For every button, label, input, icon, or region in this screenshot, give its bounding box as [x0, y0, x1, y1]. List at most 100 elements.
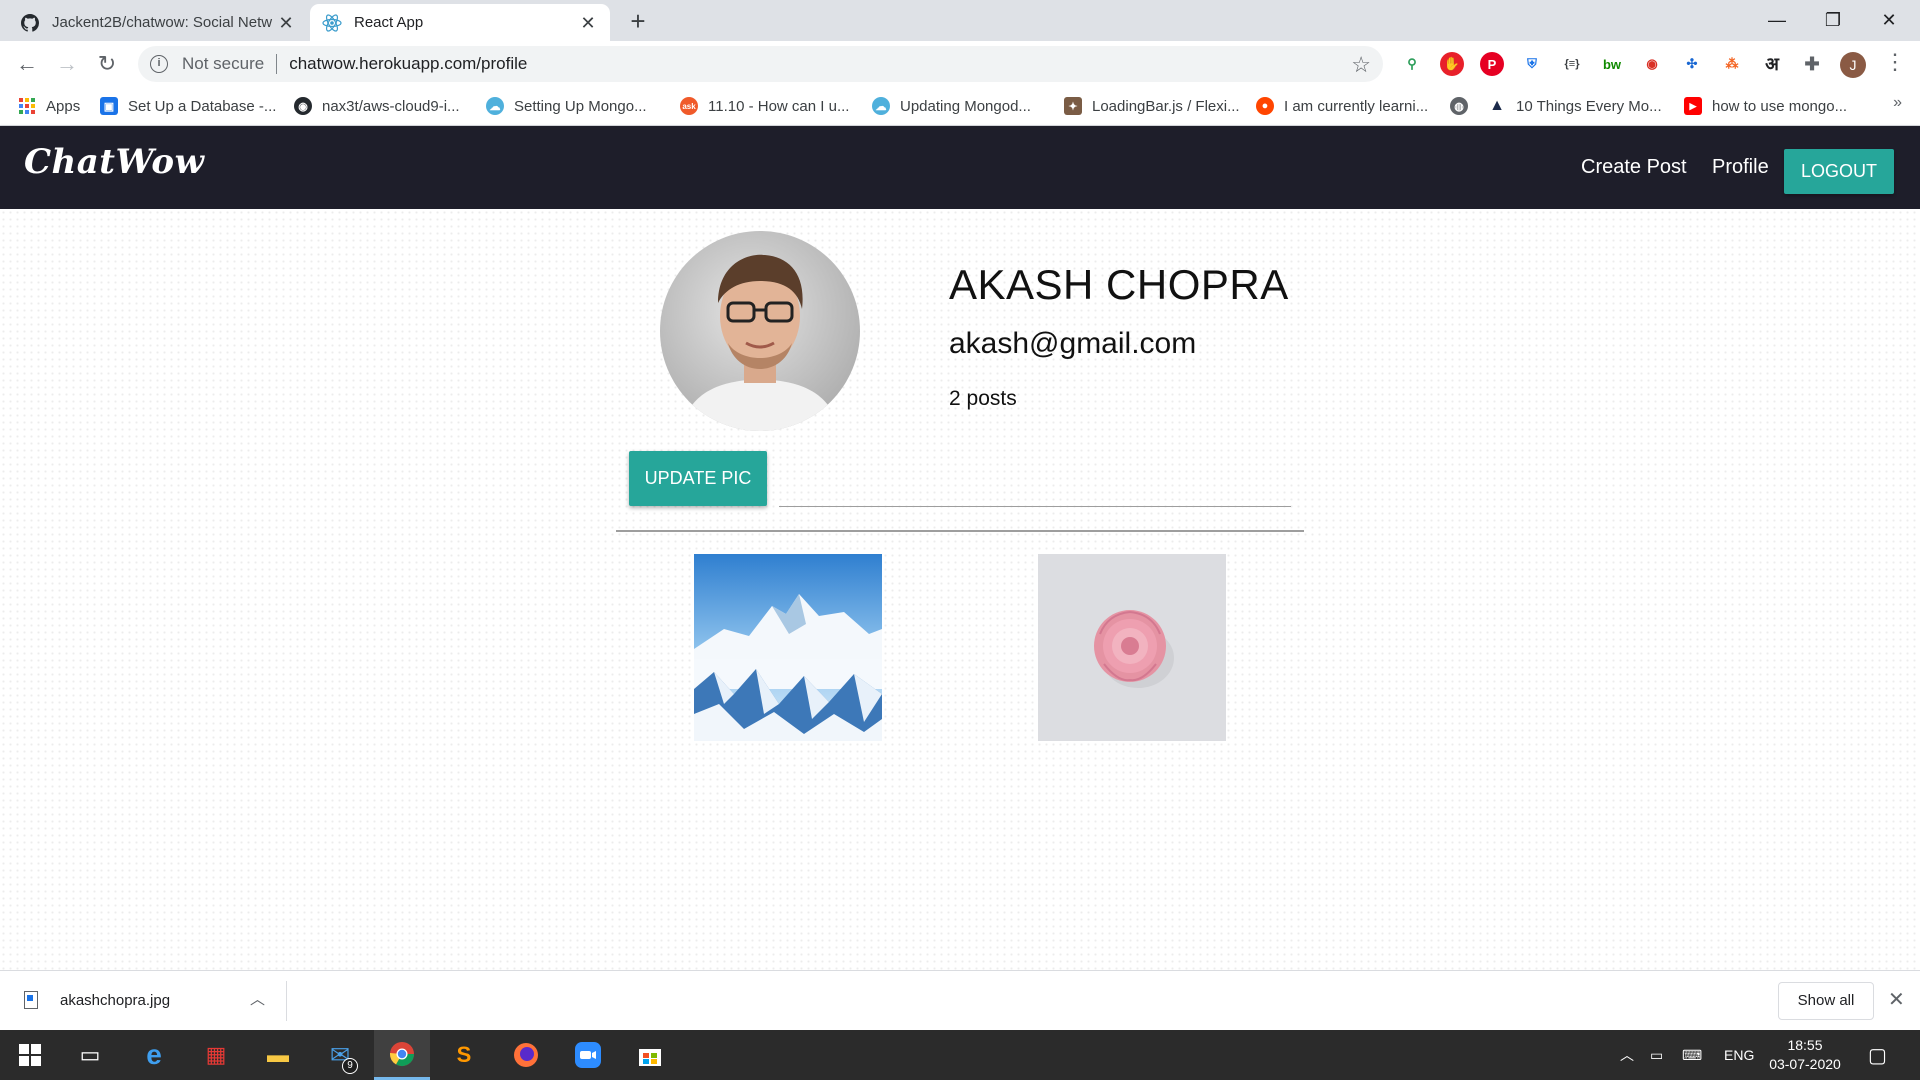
bookmark-github-aws[interactable]: ◉ nax3t/aws-cloud9-i... [294, 94, 460, 118]
file-path-input[interactable] [779, 479, 1291, 507]
minimize-icon[interactable]: — [1750, 0, 1804, 41]
puzzle-extensions-icon[interactable]: ✚ [1800, 52, 1824, 76]
bookmark-mongo-setup[interactable]: ☁ Setting Up Mongo... [486, 94, 647, 118]
youtube-icon: ▶ [1684, 97, 1702, 115]
bookmark-loadingbar[interactable]: ✦ LoadingBar.js / Flexi... [1064, 94, 1240, 118]
mail-icon[interactable]: ✉ 9 [312, 1030, 368, 1080]
show-all-button[interactable]: Show all [1778, 982, 1874, 1020]
clock-date: 03-07-2020 [1769, 1056, 1841, 1072]
address-bar[interactable]: i Not secure chatwow.herokuapp.com/profi… [138, 46, 1383, 82]
new-tab-button[interactable]: + [624, 8, 652, 36]
bookmark-label: I am currently learni... [1284, 97, 1429, 115]
bookmark-label: 11.10 - How can I u... [708, 97, 850, 115]
kebab-menu-icon[interactable]: ⋮ [1884, 49, 1906, 75]
browser-tab-strip: Jackent2B/chatwow: Social Netw ✕ React A… [0, 0, 1920, 41]
bw-icon[interactable]: bw [1600, 52, 1624, 76]
extension-icon[interactable]: ⚲ [1400, 52, 1424, 76]
adblock-icon[interactable]: ✋ [1440, 52, 1464, 76]
tab-react-app[interactable]: React App ✕ [310, 4, 610, 41]
forward-icon[interactable]: → [52, 49, 82, 79]
windows-start-icon[interactable] [2, 1030, 58, 1080]
crosshair-icon[interactable]: ✣ [1680, 52, 1704, 76]
post-count: 2 posts [949, 387, 1017, 410]
profile-avatar[interactable]: J [1840, 52, 1866, 78]
chevron-up-icon[interactable]: ︿ [250, 988, 265, 1009]
gift-icon[interactable]: ▦ [188, 1030, 244, 1080]
restore-icon[interactable]: ❐ [1806, 0, 1860, 41]
apps-grid-icon [18, 97, 36, 115]
github-icon: ◉ [294, 97, 312, 115]
mail-badge: 9 [342, 1058, 358, 1074]
edge-icon[interactable]: e [126, 1030, 182, 1080]
section-divider [616, 530, 1304, 532]
bookmark-globe[interactable]: ◍ [1450, 94, 1478, 118]
close-icon[interactable]: ✕ [578, 13, 598, 33]
file-explorer-icon[interactable]: ▬ [250, 1030, 306, 1080]
screen-record-icon[interactable]: ◉ [1640, 52, 1664, 76]
info-icon[interactable]: i [150, 55, 168, 73]
reload-icon[interactable]: ↻ [92, 49, 122, 79]
bookmark-reddit[interactable]: ● I am currently learni... [1256, 94, 1428, 118]
system-clock[interactable]: 18:55 03-07-2020 [1762, 1036, 1848, 1074]
language-indicator[interactable]: ENG [1724, 1030, 1754, 1080]
create-post-link[interactable]: Create Post [1581, 156, 1687, 179]
zoom-icon[interactable] [560, 1030, 616, 1080]
app-navbar: ChatWow Create Post Profile LOGOUT [0, 126, 1920, 209]
bookmarks-bar: Apps ▣ Set Up a Database -... ◉ nax3t/aw… [0, 87, 1920, 126]
battery-icon[interactable]: ▭ [1650, 1030, 1663, 1080]
bookmark-askubuntu[interactable]: ask 11.10 - How can I u... [680, 94, 849, 118]
logout-button[interactable]: LOGOUT [1784, 149, 1894, 194]
download-item[interactable]: akashchopra.jpg [24, 985, 170, 1015]
post-image-mountains[interactable] [694, 554, 882, 741]
database-icon: ▣ [100, 97, 118, 115]
bookmark-label: 10 Things Every Mo... [1516, 97, 1662, 115]
brand-logo[interactable]: ChatWow [24, 142, 204, 182]
profile-page: AKASH CHOPRA akash@gmail.com 2 posts UPD… [0, 209, 1920, 970]
bookmark-apps[interactable]: Apps [18, 94, 80, 118]
downloads-bar: akashchopra.jpg ︿ Show all ✕ [0, 970, 1920, 1030]
bookmark-star-icon[interactable]: ☆ [1351, 52, 1371, 78]
bookmark-label: how to use mongo... [1712, 97, 1848, 115]
ask-icon: ask [680, 97, 698, 115]
cloud9-icon: ☁ [872, 97, 890, 115]
profile-picture [660, 231, 860, 431]
close-icon[interactable]: ✕ [276, 13, 296, 33]
dots-extension-icon[interactable]: ⁂ [1720, 52, 1744, 76]
notifications-icon[interactable]: ▢ [1868, 1030, 1887, 1080]
tray-chevron-up-icon[interactable]: ︿ [1620, 1030, 1634, 1080]
firefox-icon[interactable] [498, 1030, 554, 1080]
arch-icon: ▲ [1488, 97, 1506, 115]
url-text[interactable]: chatwow.herokuapp.com/profile [289, 54, 527, 74]
back-icon[interactable]: ← [12, 49, 42, 79]
bookmark-updating-mongod[interactable]: ☁ Updating Mongod... [872, 94, 1031, 118]
post-image-rose[interactable] [1038, 554, 1226, 741]
sublime-text-icon[interactable]: S [436, 1030, 492, 1080]
close-window-icon[interactable]: ✕ [1862, 0, 1916, 41]
hindi-input-icon[interactable]: अ [1760, 52, 1784, 76]
microsoft-store-icon[interactable] [622, 1030, 678, 1080]
bookmark-youtube-mongo[interactable]: ▶ how to use mongo... [1684, 94, 1847, 118]
bookmark-10-things[interactable]: ▲ 10 Things Every Mo... [1488, 94, 1662, 118]
bookmark-database[interactable]: ▣ Set Up a Database -... [100, 94, 276, 118]
keyboard-icon[interactable]: ⌨ [1682, 1030, 1702, 1080]
more-bookmarks-icon[interactable]: » [1893, 94, 1902, 112]
json-icon[interactable]: {≡} [1560, 52, 1584, 76]
close-icon[interactable]: ✕ [1888, 987, 1905, 1012]
profile-link[interactable]: Profile [1712, 156, 1769, 179]
update-pic-button[interactable]: UPDATE PIC [629, 451, 767, 506]
task-view-icon[interactable]: ▭ [62, 1030, 118, 1080]
profile-email: akash@gmail.com [949, 327, 1197, 360]
downloads-separator [286, 981, 287, 1021]
shield-icon[interactable]: ⛨ [1520, 52, 1544, 76]
clock-time: 18:55 [1787, 1037, 1823, 1053]
bookmark-label: Setting Up Mongo... [514, 97, 647, 115]
bookmark-label: Updating Mongod... [900, 97, 1031, 115]
github-icon [20, 13, 40, 33]
cloud9-icon: ☁ [486, 97, 504, 115]
download-filename: akashchopra.jpg [60, 991, 171, 1009]
profile-name: AKASH CHOPRA [949, 261, 1289, 308]
tab-github[interactable]: Jackent2B/chatwow: Social Netw ✕ [8, 4, 308, 41]
bookmark-label: nax3t/aws-cloud9-i... [322, 97, 460, 115]
pinterest-icon[interactable]: P [1480, 52, 1504, 76]
chrome-icon[interactable] [374, 1030, 430, 1080]
